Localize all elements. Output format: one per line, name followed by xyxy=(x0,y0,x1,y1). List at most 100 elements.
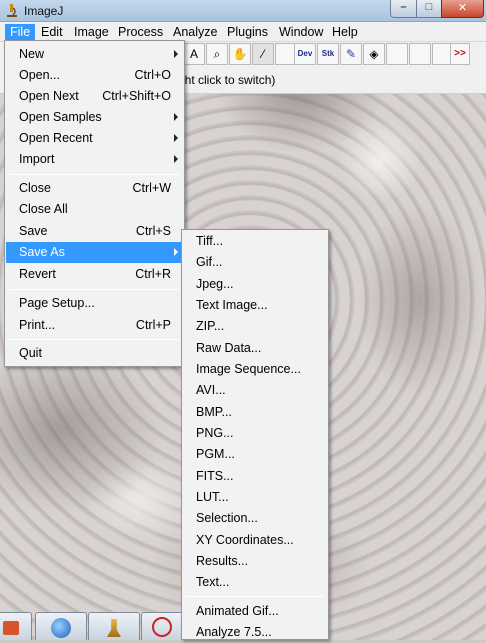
menu-edit[interactable]: Edit xyxy=(36,24,68,41)
save-as-results[interactable]: Results... xyxy=(183,551,327,572)
menu-item-label: FITS... xyxy=(196,469,234,483)
menu-item-open[interactable]: Open... Ctrl+O xyxy=(6,65,183,86)
save-as-gif[interactable]: Gif... xyxy=(183,252,327,273)
text-tool-icon[interactable]: A xyxy=(183,43,205,65)
save-as-animated-gif[interactable]: Animated Gif... xyxy=(183,601,327,622)
maximize-button[interactable]: □ xyxy=(416,0,442,18)
save-as-text-image[interactable]: Text Image... xyxy=(183,295,327,316)
menu-item-revert[interactable]: Revert Ctrl+R xyxy=(6,264,183,285)
menu-item-open-samples[interactable]: Open Samples xyxy=(6,107,183,128)
save-as-pgm[interactable]: PGM... xyxy=(183,444,327,465)
save-as-avi[interactable]: AVI... xyxy=(183,380,327,401)
flood-fill-icon[interactable]: ◈ xyxy=(363,43,385,65)
menu-item-shortcut: Ctrl+R xyxy=(135,267,171,281)
menu-item-label: Save As xyxy=(19,245,65,259)
menu-item-open-recent[interactable]: Open Recent xyxy=(6,128,183,149)
status-text: ght click to switch) xyxy=(178,73,276,87)
menu-item-save-as[interactable]: Save As xyxy=(6,242,183,263)
save-as-png[interactable]: PNG... xyxy=(183,423,327,444)
menu-item-label: Jpeg... xyxy=(196,277,234,291)
stack-menu-icon[interactable]: Stk xyxy=(317,43,339,65)
app-icon xyxy=(3,621,19,635)
menu-separator xyxy=(9,289,180,290)
menu-item-label: Import xyxy=(19,152,55,166)
save-as-fits[interactable]: FITS... xyxy=(183,466,327,487)
menu-item-save[interactable]: Save Ctrl+S xyxy=(6,221,183,242)
more-tools-icon[interactable]: >> xyxy=(450,43,470,65)
save-as-text[interactable]: Text... xyxy=(183,572,327,593)
brush-icon[interactable]: ✎ xyxy=(340,43,362,65)
menu-item-label: XY Coordinates... xyxy=(196,533,294,547)
save-as-raw-data[interactable]: Raw Data... xyxy=(183,338,327,359)
menu-item-label: Selection... xyxy=(196,511,258,525)
menu-item-label: Analyze 7.5... xyxy=(196,625,272,639)
save-as-jpeg[interactable]: Jpeg... xyxy=(183,274,327,295)
taskbar-button[interactable] xyxy=(88,612,140,640)
menu-item-label: PNG... xyxy=(196,426,234,440)
maximize-icon: □ xyxy=(425,1,433,13)
save-as-xy-coordinates[interactable]: XY Coordinates... xyxy=(183,530,327,551)
menu-item-label: Print... xyxy=(19,318,56,332)
taskbar-button[interactable] xyxy=(35,612,87,640)
save-as-zip[interactable]: ZIP... xyxy=(183,316,327,337)
submenu-arrow-icon xyxy=(174,155,178,163)
menu-item-page-setup[interactable]: Page Setup... xyxy=(6,293,183,314)
save-as-tiff[interactable]: Tiff... xyxy=(183,231,327,252)
menu-help[interactable]: Help xyxy=(327,24,363,41)
menu-item-label: Page Setup... xyxy=(19,296,95,310)
menu-item-label: Quit xyxy=(19,346,42,360)
menu-item-label: Open Samples xyxy=(19,110,102,124)
menu-bar: File Edit Image Process Analyze Plugins … xyxy=(0,22,486,42)
color-picker-icon[interactable]: ⁄ xyxy=(252,43,274,65)
menu-item-close[interactable]: Close Ctrl+W xyxy=(6,178,183,199)
menu-item-label: Save xyxy=(19,224,48,238)
window-title: ImageJ xyxy=(24,4,64,18)
menu-analyze[interactable]: Analyze xyxy=(168,24,222,41)
menu-separator xyxy=(9,174,180,175)
toolbar-blank-slot[interactable] xyxy=(409,43,431,65)
menu-item-label: Open... xyxy=(19,68,60,82)
minimize-button[interactable]: – xyxy=(390,0,417,18)
menu-item-quit[interactable]: Quit xyxy=(6,343,183,364)
imagej-microscope-icon xyxy=(107,619,121,637)
menu-process[interactable]: Process xyxy=(113,24,168,41)
menu-item-label: Results... xyxy=(196,554,249,568)
snipping-tool-icon xyxy=(152,617,172,637)
save-as-image-sequence[interactable]: Image Sequence... xyxy=(183,359,327,380)
save-as-submenu: Tiff... Gif... Jpeg... Text Image... ZIP… xyxy=(181,229,329,640)
taskbar-button[interactable] xyxy=(0,612,32,640)
developer-menu-icon[interactable]: Dev xyxy=(294,43,316,65)
menu-image[interactable]: Image xyxy=(69,24,114,41)
menu-item-label: Open Next xyxy=(19,89,79,103)
menu-window[interactable]: Window xyxy=(274,24,328,41)
menu-item-label: Close xyxy=(19,181,51,195)
menu-item-label: Text Image... xyxy=(196,298,268,312)
menu-plugins[interactable]: Plugins xyxy=(222,24,273,41)
menu-item-import[interactable]: Import xyxy=(6,149,183,170)
taskbar-button[interactable] xyxy=(141,612,183,640)
menu-item-close-all[interactable]: Close All xyxy=(6,199,183,220)
close-icon: ✕ xyxy=(457,2,468,14)
magnifier-icon[interactable]: ⌕ xyxy=(206,43,228,65)
hand-icon[interactable]: ✋ xyxy=(229,43,251,65)
menu-item-new[interactable]: New xyxy=(6,44,183,65)
file-menu: New Open... Ctrl+O Open Next Ctrl+Shift+… xyxy=(4,40,185,367)
menu-item-label: Gif... xyxy=(196,255,223,269)
menu-separator xyxy=(186,596,324,597)
save-as-lut[interactable]: LUT... xyxy=(183,487,327,508)
submenu-arrow-icon xyxy=(174,248,178,256)
menu-item-label: New xyxy=(19,47,45,61)
menu-item-print[interactable]: Print... Ctrl+P xyxy=(6,315,183,336)
submenu-arrow-icon xyxy=(174,50,178,58)
thunderbird-icon xyxy=(51,618,71,638)
menu-file[interactable]: File xyxy=(5,24,36,41)
imagej-microscope-icon xyxy=(7,4,17,17)
minimize-icon: – xyxy=(400,1,407,13)
menu-item-open-next[interactable]: Open Next Ctrl+Shift+O xyxy=(6,86,183,107)
save-as-selection[interactable]: Selection... xyxy=(183,508,327,529)
close-button[interactable]: ✕ xyxy=(441,0,484,18)
menu-item-shortcut: Ctrl+W xyxy=(132,181,171,195)
save-as-bmp[interactable]: BMP... xyxy=(183,402,327,423)
menu-item-label: Text... xyxy=(196,575,230,589)
toolbar-blank-slot[interactable] xyxy=(386,43,408,65)
